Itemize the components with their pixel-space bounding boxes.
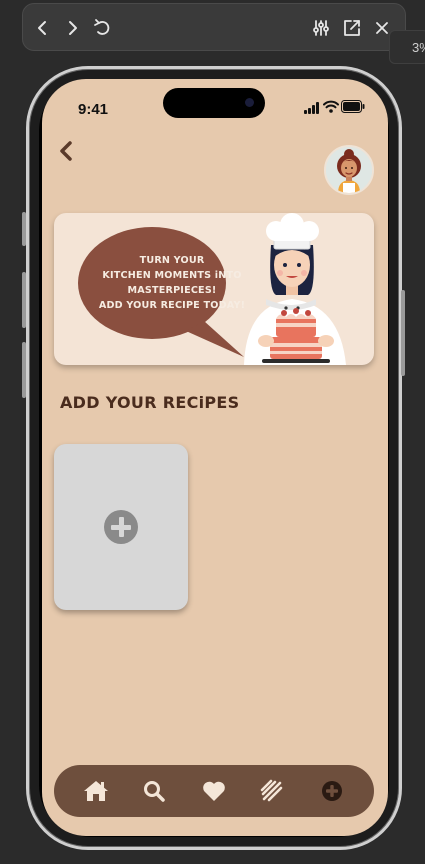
nav-add[interactable] (318, 777, 346, 805)
volume-down-button (22, 342, 26, 398)
signal-icon (304, 101, 320, 119)
banner-line-2: KITCHEN MOMENTS iNTO (102, 270, 242, 281)
user-avatar[interactable] (324, 145, 374, 195)
side-tab-text: 3% (412, 40, 425, 55)
camera-dot (245, 98, 254, 107)
app-screen: 9:41 TURN YOUR KITCHEN MOMENTS iNTO MAST… (42, 79, 388, 836)
plus-circle-icon (104, 510, 138, 544)
status-time: 9:41 (78, 101, 109, 118)
side-tab[interactable]: 3% (389, 30, 425, 64)
banner-message: TURN YOUR KITCHEN MOMENTS iNTO MASTERPIE… (98, 253, 246, 313)
volume-up-button (22, 272, 26, 328)
dynamic-island (163, 88, 265, 118)
heart-icon (203, 781, 225, 801)
add-recipe-card[interactable] (54, 444, 188, 610)
open-external-icon[interactable] (340, 16, 364, 40)
search-icon (144, 781, 165, 802)
banner-line-1: TURN YOUR (139, 255, 205, 266)
back-icon[interactable] (30, 16, 54, 40)
action-button (22, 212, 26, 246)
section-title: ADD YOUR RECiPES (60, 393, 240, 412)
nav-home[interactable] (82, 777, 110, 805)
forward-icon[interactable] (61, 16, 85, 40)
banner-line-3: MASTERPIECES! (127, 285, 217, 296)
sliders-icon[interactable] (309, 16, 333, 40)
nav-favorites[interactable] (200, 777, 228, 805)
bottom-nav (54, 765, 374, 817)
viewer-toolbar (22, 3, 406, 51)
power-button (401, 290, 405, 376)
recipes-icon (260, 779, 283, 802)
wifi-icon (323, 100, 339, 118)
avatar-illustration (326, 147, 372, 193)
banner-line-4: ADD YOUR RECIPE TODAY! (98, 300, 246, 311)
promo-banner: TURN YOUR KITCHEN MOMENTS iNTO MASTERPIE… (54, 213, 374, 365)
nav-recipes[interactable] (258, 777, 286, 805)
chevron-left-icon (60, 141, 72, 161)
home-icon (84, 781, 108, 801)
battery-icon (341, 100, 365, 118)
undo-icon[interactable] (91, 16, 115, 40)
nav-search[interactable] (140, 777, 168, 805)
add-icon (322, 781, 342, 801)
back-button[interactable] (56, 139, 76, 163)
